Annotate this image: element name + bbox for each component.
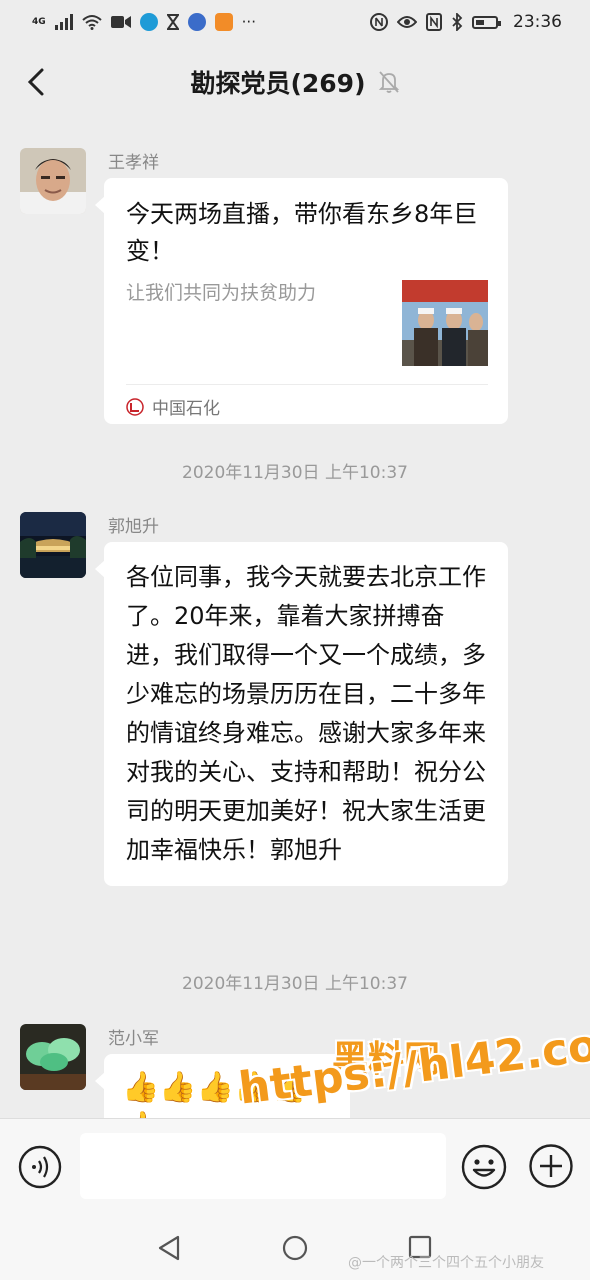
message-timestamp: 2020年11月30日 上午10:37 bbox=[182, 463, 408, 483]
chat-area[interactable]: 王孝祥 今天两场直播，带你看东乡8年巨变！ 让我们共同为扶贫助力 中国石化 20… bbox=[0, 120, 590, 1118]
weibo-credit: @一个两个三个四个五个小朋友 bbox=[348, 1255, 544, 1271]
message-item: 王孝祥 今天两场直播，带你看东乡8年巨变！ 让我们共同为扶贫助力 中国石化 bbox=[20, 148, 570, 428]
nfc-icon bbox=[370, 13, 388, 31]
circle-home-icon[interactable] bbox=[282, 1235, 308, 1261]
card-source-name: 中国石化 bbox=[152, 399, 220, 419]
avatar[interactable] bbox=[20, 512, 86, 578]
bell-muted-icon bbox=[378, 71, 399, 93]
message-bubble[interactable]: 各位同事，我今天就要去北京工作了。20年来，靠着大家拼搏奋进，我们取得一个又一个… bbox=[95, 542, 508, 886]
app-icon bbox=[139, 13, 158, 31]
avatar[interactable] bbox=[20, 1024, 86, 1090]
message-emoji: 👍👍👍👍👍👍 bbox=[122, 1070, 309, 1118]
chat-title: 勘探党员(269) bbox=[190, 69, 366, 98]
message-bubble[interactable]: 👍👍👍👍👍👍 bbox=[95, 1054, 350, 1118]
message-text: 各位同事，我今天就要去北京工作了。20年来，靠着大家拼搏奋进，我们取得一个又一个… bbox=[126, 563, 486, 864]
status-left: 4G ··· bbox=[32, 13, 256, 31]
play-icon bbox=[214, 13, 233, 31]
n-icon bbox=[426, 13, 442, 31]
app-icon bbox=[187, 13, 206, 31]
message-item: 范小军 👍👍👍👍👍👍 bbox=[20, 1024, 570, 1118]
card-source: 中国石化 bbox=[126, 394, 220, 419]
message-input[interactable] bbox=[80, 1133, 446, 1199]
hourglass-icon bbox=[166, 14, 179, 30]
voice-icon[interactable] bbox=[18, 1145, 62, 1189]
card-divider bbox=[126, 384, 488, 385]
battery-icon bbox=[472, 15, 501, 29]
sender-name: 范小军 bbox=[108, 1029, 159, 1049]
input-bar bbox=[0, 1118, 590, 1214]
wifi-icon bbox=[81, 15, 102, 30]
message-timestamp: 2020年11月30日 上午10:37 bbox=[182, 974, 408, 994]
status-bar: 4G ··· 23:36 bbox=[0, 0, 590, 44]
card-description: 让我们共同为扶贫助力 bbox=[126, 282, 317, 304]
status-right: 23:36 bbox=[370, 12, 562, 32]
avatar[interactable] bbox=[20, 148, 86, 214]
plus-circle-icon[interactable] bbox=[528, 1143, 574, 1189]
sender-name: 郭旭升 bbox=[108, 517, 159, 537]
status-time: 23:36 bbox=[513, 12, 562, 32]
thumbs-up-row: 👍👍👍👍👍👍 bbox=[104, 1054, 350, 1118]
triangle-back-icon[interactable] bbox=[156, 1234, 182, 1262]
chat-header: 勘探党员(269) bbox=[0, 44, 590, 120]
network-label: 4G bbox=[32, 16, 46, 27]
message-item: 郭旭升 各位同事，我今天就要去北京工作了。20年来，靠着大家拼搏奋进，我们取得一… bbox=[20, 512, 570, 942]
video-icon bbox=[110, 16, 131, 28]
smiley-icon[interactable] bbox=[460, 1143, 508, 1191]
sender-name: 王孝祥 bbox=[108, 153, 159, 173]
card-title: 今天两场直播，带你看东乡8年巨变！ bbox=[126, 200, 478, 265]
sinopec-logo-icon bbox=[126, 397, 144, 416]
link-card[interactable]: 今天两场直播，带你看东乡8年巨变！ 让我们共同为扶贫助力 中国石化 bbox=[95, 178, 508, 424]
bluetooth-icon bbox=[452, 13, 463, 31]
chevron-left-icon[interactable] bbox=[22, 64, 56, 100]
signal-icon bbox=[54, 14, 73, 30]
card-thumbnail bbox=[402, 280, 488, 366]
eye-icon bbox=[397, 16, 417, 28]
more-indicator: ··· bbox=[241, 12, 256, 31]
